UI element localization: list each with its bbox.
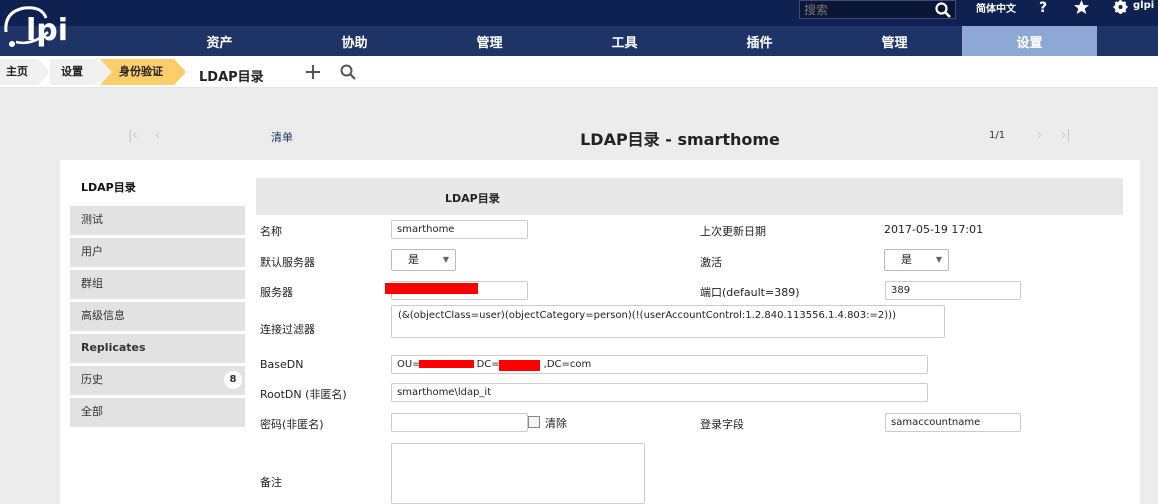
tab-label: 群组 <box>81 277 103 290</box>
active-select[interactable]: 是 ▼ <box>884 249 949 271</box>
form-header: LDAP目录 <box>256 178 1123 215</box>
active-value: 是 <box>901 253 912 266</box>
star-icon[interactable] <box>1073 0 1090 14</box>
tab-list: LDAP目录 测试 用户 群组 高级信息 Replicates 历史 8 全部 <box>70 174 245 430</box>
basedn-label: BaseDN <box>260 358 304 371</box>
form-header-title: LDAP目录 <box>445 192 500 205</box>
clear-password-label: 清除 <box>545 417 567 430</box>
basedn-prefix: OU= <box>397 359 421 370</box>
breadcrumb-separator <box>100 59 112 85</box>
tab-ldap-directory[interactable]: LDAP目录 <box>70 174 245 203</box>
form-panel: LDAP目录 测试 用户 群组 高级信息 Replicates 历史 8 全部 L… <box>60 160 1140 504</box>
comment-label: 备注 <box>260 476 282 489</box>
last-update-label: 上次更新日期 <box>700 225 766 238</box>
default-server-value: 是 <box>408 253 419 266</box>
name-field[interactable]: smarthome <box>391 220 528 239</box>
first-page-icon[interactable]: |‹ <box>128 128 138 143</box>
previous-page-icon[interactable]: ‹ <box>155 128 160 143</box>
ldap-form: LDAP目录 名称 smarthome 上次更新日期 2017-05-19 17… <box>256 178 1123 504</box>
tab-users[interactable]: 用户 <box>70 238 245 267</box>
basedn-mid: DC= <box>476 359 500 370</box>
breadcrumb-home[interactable]: 主页 <box>0 59 38 85</box>
comment-textarea[interactable] <box>391 443 645 504</box>
tab-label: Replicates <box>81 341 146 354</box>
menu-item-tools[interactable]: 工具 <box>557 26 692 56</box>
default-server-label: 默认服务器 <box>260 256 315 269</box>
rootdn-label: RootDN (非匿名) <box>260 388 347 401</box>
active-label: 激活 <box>700 256 722 269</box>
user-name-link[interactable]: glpi <box>1133 0 1154 11</box>
plus-icon[interactable] <box>305 64 321 80</box>
redaction-mark <box>499 360 540 371</box>
menu-item-administration[interactable]: 管理 <box>827 26 962 56</box>
tab-replicates[interactable]: Replicates <box>70 334 245 363</box>
page-title: LDAP目录 - smarthome <box>580 130 780 149</box>
search-icon[interactable] <box>340 64 356 80</box>
list-link[interactable]: 清单 <box>271 129 293 145</box>
last-update-value: 2017-05-19 17:01 <box>884 223 984 236</box>
connection-filter-textarea[interactable]: (&(objectClass=user)(objectCategory=pers… <box>391 305 945 338</box>
breadcrumb-home-label[interactable]: 主页 <box>6 65 28 78</box>
search-field[interactable] <box>799 0 956 19</box>
search-icon[interactable] <box>935 2 951 18</box>
menu-item-setup[interactable]: 设置 <box>962 26 1097 56</box>
breadcrumb-setup-label[interactable]: 设置 <box>61 65 83 78</box>
breadcrumb-setup[interactable]: 设置 <box>50 59 96 85</box>
menu-item-plugins[interactable]: 插件 <box>692 26 827 56</box>
svg-text:?: ? <box>1039 0 1047 14</box>
redaction-mark <box>385 283 478 294</box>
server-label: 服务器 <box>260 286 293 299</box>
tab-all[interactable]: 全部 <box>70 398 245 427</box>
menu-item-assets[interactable]: 资产 <box>152 26 287 56</box>
clear-password-checkbox[interactable] <box>528 416 540 428</box>
breadcrumb: 主页 设置 身份验证 LDAP目录 <box>0 56 1158 88</box>
language-link[interactable]: 简体中文 <box>976 0 1016 15</box>
tab-label: 高级信息 <box>81 309 125 322</box>
tab-test[interactable]: 测试 <box>70 206 245 235</box>
help-icon[interactable]: ? <box>1038 0 1050 14</box>
basedn-suffix: ,DC=com <box>543 359 592 370</box>
password-field[interactable] <box>391 413 528 432</box>
password-label: 密码(非匿名) <box>260 418 324 431</box>
redaction-mark <box>419 360 474 368</box>
tab-label: LDAP目录 <box>81 181 136 194</box>
chevron-down-icon: ▼ <box>442 255 449 264</box>
history-count-badge: 8 <box>224 371 242 389</box>
svg-text:lpi: lpi <box>26 13 68 48</box>
tab-label: 全部 <box>81 405 103 418</box>
search-input[interactable] <box>800 1 930 18</box>
tab-label: 测试 <box>81 213 103 226</box>
tab-groups[interactable]: 群组 <box>70 270 245 299</box>
menu-item-assistance[interactable]: 协助 <box>287 26 422 56</box>
default-server-select[interactable]: 是 ▼ <box>391 249 456 271</box>
name-label: 名称 <box>260 225 282 238</box>
main-menu: 资产 协助 管理 工具 插件 管理 设置 <box>152 26 1097 56</box>
pager-count: 1/1 <box>989 130 1006 141</box>
breadcrumb-separator <box>38 59 50 85</box>
breadcrumb-current[interactable]: LDAP目录 <box>199 66 264 85</box>
glpi-logo[interactable]: lpi <box>2 2 98 52</box>
item-navigation: |‹ ‹ 清单 LDAP目录 - smarthome 1/1 › ›| <box>0 88 1158 158</box>
last-page-icon[interactable]: ›| <box>1061 128 1071 143</box>
breadcrumb-separator <box>174 59 186 85</box>
tab-label: 用户 <box>81 245 103 258</box>
connection-filter-label: 连接过滤器 <box>260 323 315 336</box>
breadcrumb-authentication-label[interactable]: 身份验证 <box>119 65 163 78</box>
port-field[interactable]: 389 <box>885 281 1021 300</box>
gear-icon[interactable] <box>1113 0 1128 14</box>
tab-advanced[interactable]: 高级信息 <box>70 302 245 331</box>
chevron-down-icon: ▼ <box>935 255 942 264</box>
tab-label: 历史 <box>81 373 103 386</box>
rootdn-field[interactable]: smarthome\ldap_it <box>391 383 928 402</box>
login-field-label: 登录字段 <box>700 418 744 431</box>
login-field-input[interactable]: samaccountname <box>885 413 1021 432</box>
header: lpi 简体中文 ? glpi 资产 协助 管理 工具 插件 管理 设置 <box>0 0 1158 56</box>
menu-item-management[interactable]: 管理 <box>422 26 557 56</box>
main-content: |‹ ‹ 清单 LDAP目录 - smarthome 1/1 › ›| LDAP… <box>0 88 1158 504</box>
port-label: 端口(default=389) <box>700 286 800 299</box>
tab-history[interactable]: 历史 8 <box>70 366 245 395</box>
next-page-icon[interactable]: › <box>1037 128 1042 143</box>
